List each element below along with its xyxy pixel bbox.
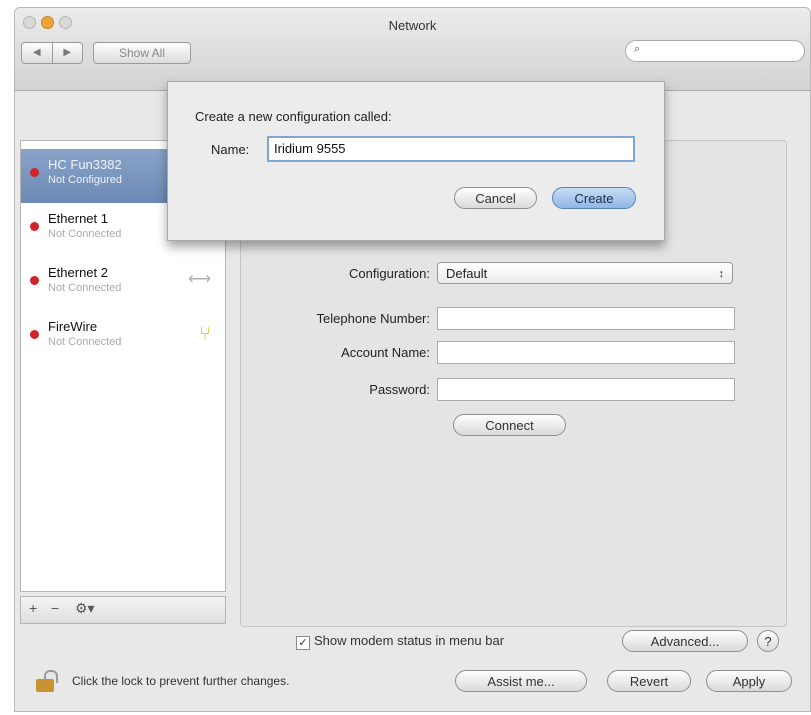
service-list-toolbar: + − ⚙▾ [20,596,226,624]
action-menu-button[interactable]: ⚙▾ [75,600,95,617]
status-dot-icon [30,276,39,285]
firewire-icon: ⑂ [199,323,211,345]
service-name: FireWire [48,319,98,334]
password-label: Password: [369,382,430,397]
sheet-title: Create a new configuration called: [195,109,392,124]
lock-icon[interactable] [36,670,58,692]
title-bar: Network ◀ ▶ Show All ⌕ [15,8,810,91]
add-service-button[interactable]: + [29,600,37,616]
status-dot-icon [30,168,39,177]
configuration-select[interactable]: Default ↕ [437,262,733,284]
service-status: Not Connected [48,336,122,348]
show-modem-status-checkbox[interactable]: ✓ [296,636,310,650]
service-status: Not Connected [48,282,122,294]
back-arrow-icon[interactable]: ◀ [22,43,53,63]
show-all-button[interactable]: Show All [93,42,191,64]
create-button[interactable]: Create [552,187,636,209]
search-icon: ⌕ [634,43,641,55]
window-title: Network [388,18,437,33]
status-dot-icon [30,222,39,231]
service-item-ethernet-2[interactable]: Ethernet 2 Not Connected ⟷ [21,257,225,311]
service-item-firewire[interactable]: FireWire Not Connected ⑂ [21,311,225,365]
service-name: Ethernet 1 [48,211,108,226]
service-name: HC Fun3382 [48,157,122,172]
lock-status-text: Click the lock to prevent further change… [72,674,290,688]
ethernet-icon: ⟷ [188,271,211,288]
account-name-label: Account Name: [341,345,430,360]
stepper-arrows-icon: ↕ [718,268,725,280]
service-name: Ethernet 2 [48,265,108,280]
revert-button[interactable]: Revert [607,670,691,692]
forward-arrow-icon[interactable]: ▶ [53,43,83,63]
new-configuration-sheet: Create a new configuration called: Name:… [167,81,665,241]
password-field[interactable] [437,378,735,401]
service-status: Not Connected [48,228,122,240]
assist-me-button[interactable]: Assist me... [455,670,587,692]
telephone-number-field[interactable] [437,307,735,330]
remove-service-button[interactable]: − [51,600,59,616]
help-button[interactable]: ? [757,630,779,652]
status-dot-icon [30,330,39,339]
name-label: Name: [211,142,250,157]
configuration-value: Default [446,266,488,281]
apply-button[interactable]: Apply [706,670,792,692]
configuration-name-input[interactable]: Iridium 9555 [267,136,635,162]
configuration-label: Configuration: [349,266,430,281]
telephone-number-label: Telephone Number: [316,311,430,326]
show-modem-status-label: Show modem status in menu bar [314,633,505,648]
service-status: Not Configured [48,174,122,186]
account-name-field[interactable] [437,341,735,364]
cancel-button[interactable]: Cancel [454,187,537,209]
search-field[interactable]: ⌕ [625,40,805,62]
connect-button[interactable]: Connect [453,414,566,436]
advanced-button[interactable]: Advanced... [622,630,748,652]
back-forward-control: ◀ ▶ [21,42,83,64]
show-modem-status-row[interactable]: ✓ Show modem status in menu bar [296,633,504,650]
